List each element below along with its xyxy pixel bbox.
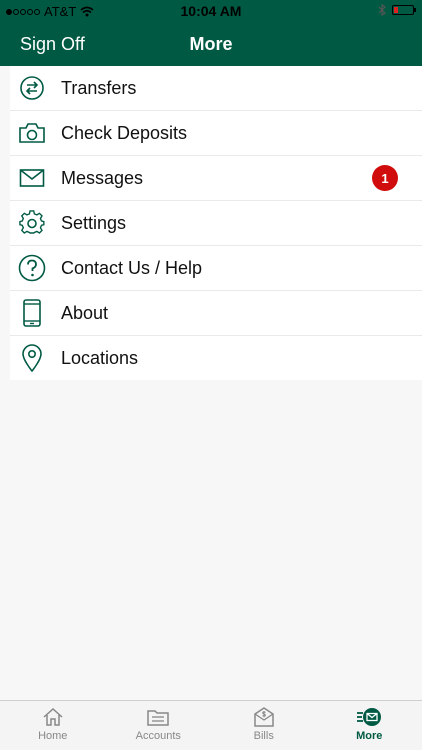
transfer-arrows-icon [10,66,54,110]
tab-more[interactable]: More [317,701,422,750]
status-bar: AT&T 10:04 AM [0,0,422,22]
tab-label: Accounts [135,730,181,742]
unread-badge: 1 [372,165,398,191]
page-title: More [189,34,233,54]
envelope-icon [10,156,54,200]
bills-icon [254,707,274,727]
menu-item-label: Transfers [61,77,137,98]
menu-item-messages[interactable]: Messages 1 [10,156,422,201]
camera-icon [10,111,54,155]
menu-item-contact-help[interactable]: Contact Us / Help [10,246,422,291]
gear-icon [10,201,54,245]
tab-home[interactable]: Home [0,701,106,750]
tab-accounts[interactable]: Accounts [106,701,212,750]
more-menu: Transfers Check Deposits Messages 1 Sett… [10,66,422,380]
question-icon [10,246,54,290]
tab-label: More [356,730,383,742]
location-pin-icon [10,336,54,380]
menu-item-label: Messages [61,167,144,188]
menu-item-check-deposits[interactable]: Check Deposits [10,111,422,156]
menu-item-settings[interactable]: Settings [10,201,422,246]
menu-item-label: Settings [61,212,127,233]
menu-item-about[interactable]: About [10,291,422,336]
status-time: 10:04 AM [180,3,242,19]
bluetooth-icon [378,4,386,16]
menu-item-locations[interactable]: Locations [10,336,422,380]
header: AT&T 10:04 AM Sign Off More [0,0,422,66]
battery-icon [392,5,416,15]
menu-item-label: About [61,302,109,323]
menu-item-label: Locations [61,347,139,368]
tab-bar: Home Accounts Bills More [0,700,422,750]
menu-item-label: Check Deposits [61,122,188,143]
phone-icon [10,291,54,335]
accounts-icon [147,710,169,726]
tab-label: Home [38,730,68,742]
tab-label: Bills [253,730,274,742]
tab-bills[interactable]: Bills [211,701,317,750]
menu-item-transfers[interactable]: Transfers [10,66,422,111]
more-icon [357,708,382,726]
menu-item-label: Contact Us / Help [61,257,203,278]
home-icon [43,707,63,726]
